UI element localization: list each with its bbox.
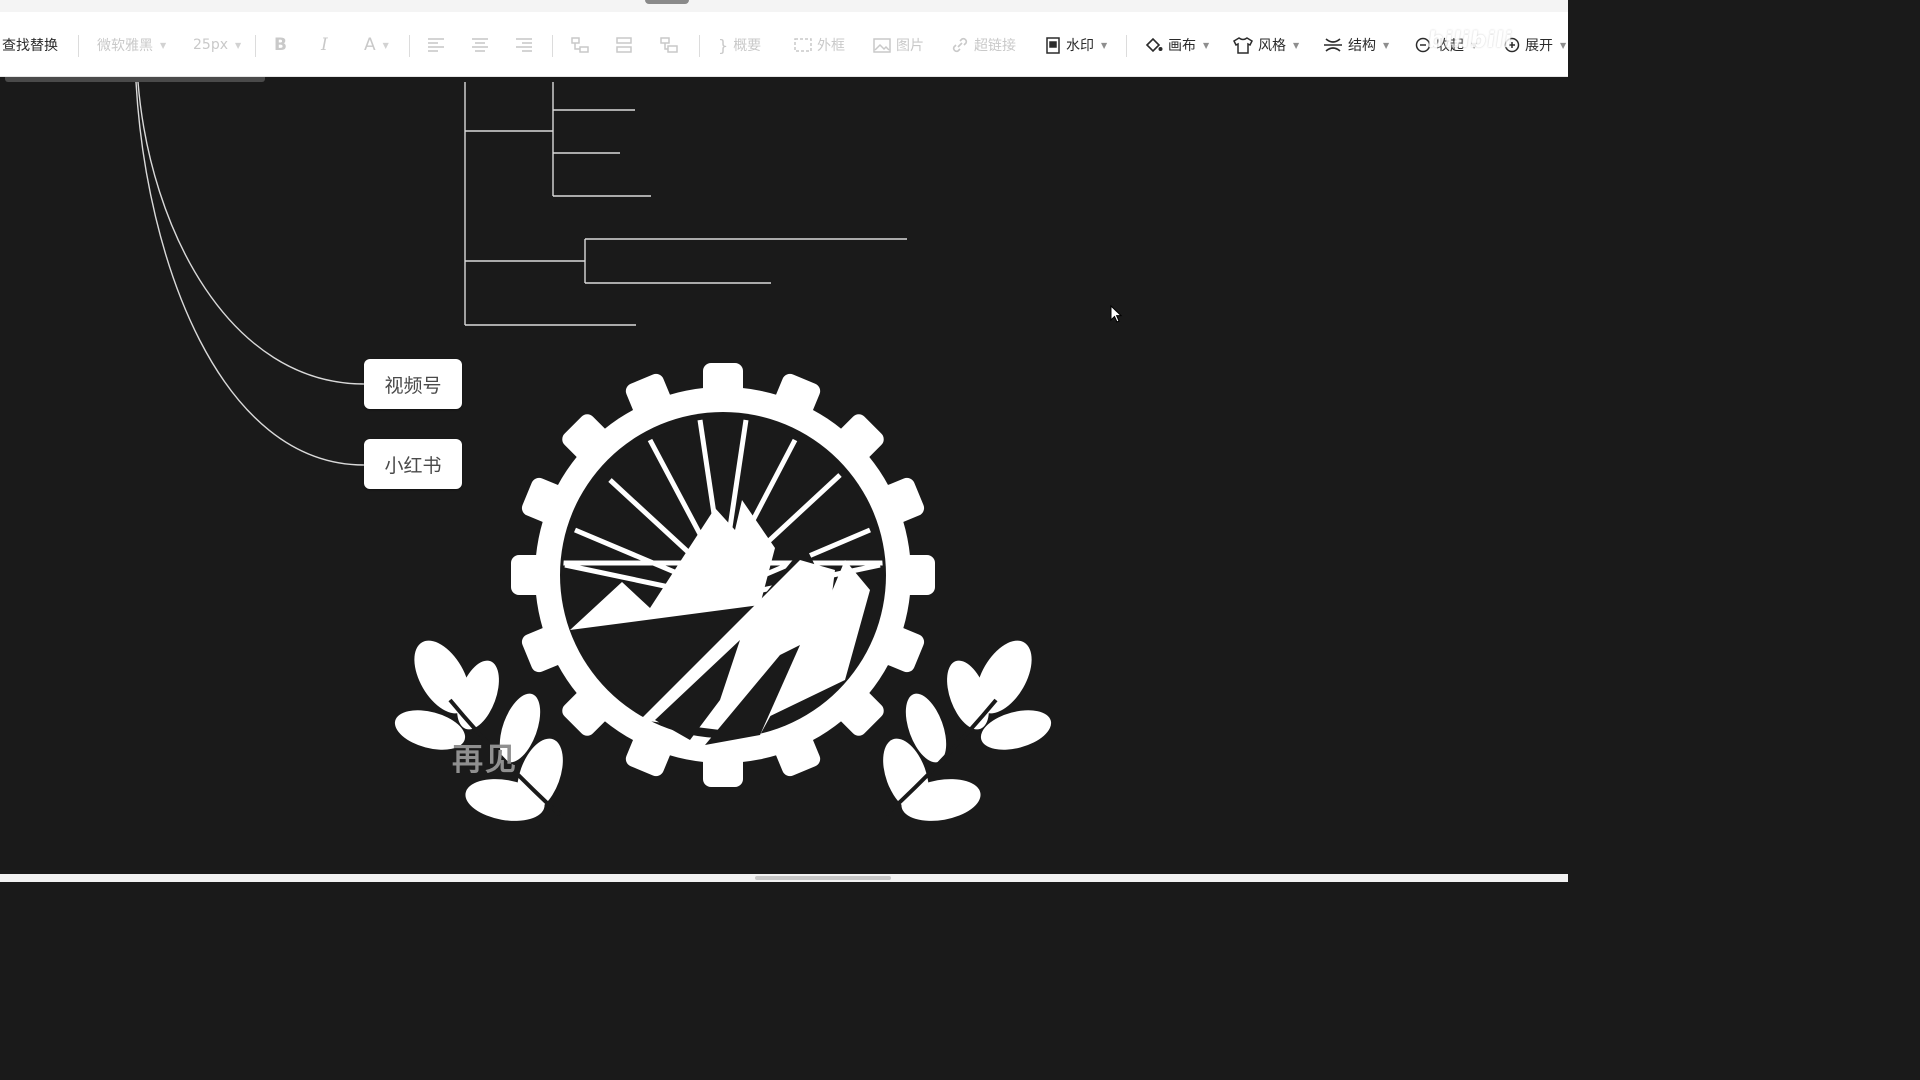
goodbye-overlay-text: 再见 <box>452 742 518 778</box>
italic-label: I <box>321 35 328 55</box>
insert-child-node-icon <box>571 37 589 53</box>
toolbar-divider <box>255 35 256 57</box>
window-top-strip <box>0 0 1568 12</box>
structure-label: 结构 <box>1348 38 1376 54</box>
align-right-icon <box>516 38 532 52</box>
connector-shipinhao <box>137 81 365 385</box>
editor-toolbar: 查找替换 微软雅黑 ▼ 25px ▼ B I A ▼ } 概要 外框 图片 超链接 水印… <box>0 12 1568 77</box>
font-color-label: A <box>364 35 376 55</box>
summary-button[interactable]: } 概要 <box>718 32 761 58</box>
align-right-button[interactable] <box>515 32 533 58</box>
selected-node-bottom-edge <box>5 77 265 82</box>
paint-bucket-icon <box>1145 37 1163 53</box>
node-label: 小红书 <box>384 454 442 477</box>
window-drag-handle[interactable] <box>645 0 689 4</box>
insert-parent-button[interactable] <box>660 32 678 58</box>
find-replace-label: 查找替换 <box>2 38 58 54</box>
align-center-button[interactable] <box>471 32 489 58</box>
canvas-button[interactable]: 画布 ▼ <box>1145 32 1209 58</box>
style-button[interactable]: 风格 ▼ <box>1233 32 1299 58</box>
toolbar-divider <box>699 35 700 57</box>
summary-label: 概要 <box>733 38 762 54</box>
insert-sibling-node-icon <box>616 37 632 53</box>
toolbar-divider <box>1126 35 1127 57</box>
find-replace-button[interactable]: 查找替换 <box>2 32 58 58</box>
chevron-down-icon: ▼ <box>382 40 389 50</box>
connector-xiaohongshu <box>135 81 365 466</box>
boundary-label: 外框 <box>817 38 845 54</box>
chevron-down-icon: ▼ <box>235 40 242 50</box>
font-size-value: 25px <box>193 37 228 53</box>
chevron-down-icon: ▼ <box>1383 40 1390 50</box>
horizontal-scrollbar[interactable] <box>0 874 1568 882</box>
mindmap-node-xiaohongshu[interactable]: 小红书 <box>364 439 462 489</box>
expand-label: 展开 <box>1525 38 1553 54</box>
toolbar-divider <box>409 35 410 57</box>
link-icon <box>952 37 968 53</box>
scrollbar-thumb[interactable] <box>755 876 891 880</box>
hyperlink-button[interactable]: 超链接 <box>951 32 1016 58</box>
chevron-down-icon: ▼ <box>1293 40 1300 50</box>
mouse-cursor-icon <box>1110 305 1123 323</box>
font-family-value: 微软雅黑 <box>97 38 153 54</box>
watermark-label: 水印 <box>1066 38 1094 54</box>
structure-icon <box>1324 38 1342 52</box>
shirt-icon <box>1233 36 1253 54</box>
insert-parent-node-icon <box>660 37 678 53</box>
align-left-icon <box>428 38 444 52</box>
image-button[interactable]: 图片 <box>873 32 924 58</box>
watermark-button[interactable]: 水印 ▼ <box>1045 32 1107 58</box>
chevron-down-icon: ▼ <box>160 40 167 50</box>
mindmap-connectors <box>5 77 907 466</box>
chevron-down-icon: ▼ <box>1101 40 1108 50</box>
image-label: 图片 <box>896 38 924 54</box>
font-color-button[interactable]: A ▼ <box>364 32 389 58</box>
toolbar-divider <box>552 35 553 57</box>
toolbar-divider <box>78 35 79 57</box>
mindmap-node-shipinhao[interactable]: 视频号 <box>364 359 462 409</box>
font-family-select[interactable]: 微软雅黑 ▼ <box>97 32 166 58</box>
align-left-button[interactable] <box>427 32 445 58</box>
watermark-icon <box>1046 36 1060 54</box>
bilibili-watermark: bilibili <box>1426 28 1515 53</box>
structure-button[interactable]: 结构 ▼ <box>1323 32 1389 58</box>
insert-sibling-button[interactable] <box>615 32 633 58</box>
chevron-down-icon: ▼ <box>1203 40 1210 50</box>
bold-button[interactable]: B <box>274 32 287 58</box>
mindmap-canvas[interactable]: 视频号 小红书 <box>0 77 1568 874</box>
font-size-select[interactable]: 25px ▼ <box>193 32 241 58</box>
bold-label: B <box>274 35 287 55</box>
boundary-button[interactable]: 外框 <box>794 32 845 58</box>
italic-button[interactable]: I <box>321 32 328 58</box>
hyperlink-label: 超链接 <box>974 38 1016 54</box>
summary-icon: } <box>718 35 729 55</box>
canvas-label: 画布 <box>1168 38 1196 54</box>
boundary-icon <box>794 38 812 52</box>
align-center-icon <box>472 38 488 52</box>
node-label: 视频号 <box>384 374 442 397</box>
style-label: 风格 <box>1258 38 1286 54</box>
image-icon <box>873 37 891 53</box>
insert-child-button[interactable] <box>571 32 589 58</box>
chevron-down-icon: ▼ <box>1560 40 1567 50</box>
